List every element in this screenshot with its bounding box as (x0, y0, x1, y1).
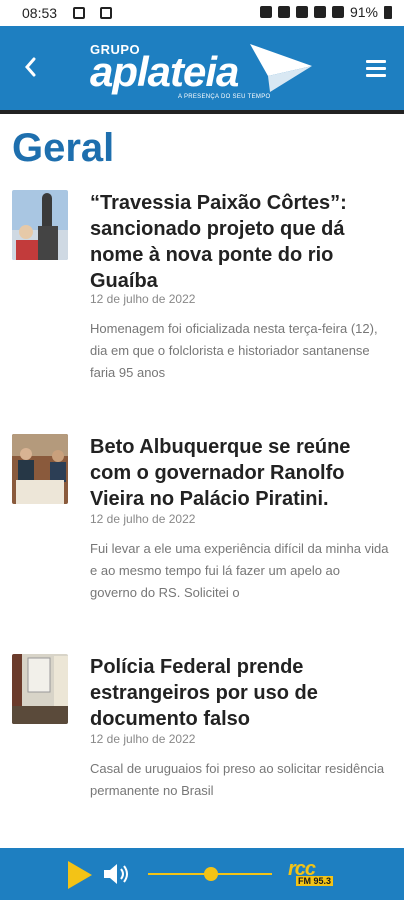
app-notification-icon (100, 7, 112, 19)
article-date: 12 de julho de 2022 (90, 292, 196, 306)
hamburger-icon (366, 60, 386, 63)
chevron-left-icon (25, 57, 36, 77)
speaker-icon (104, 864, 128, 884)
menu-button[interactable] (366, 60, 386, 77)
status-bar: 08:53 91% (0, 0, 404, 26)
signal-icon (331, 6, 344, 18)
article-summary: Fui levar a ele uma experiência difícil … (90, 541, 389, 600)
logo-tagline: A PRESENÇA DO SEU TEMPO (178, 94, 271, 100)
volume-button[interactable] (102, 862, 130, 891)
battery-icon (384, 5, 392, 19)
battery-percent: 91% (349, 4, 378, 20)
status-time: 08:53 (22, 5, 58, 21)
article-item[interactable]: “Travessia Paixão Côrtes”: sancionado pr… (12, 190, 392, 390)
article-title[interactable]: Beto Albuquerque se reúne com o governad… (90, 434, 390, 512)
radio-player: rcc FM 95.3 (0, 848, 404, 900)
lock-icon (259, 6, 272, 18)
mute-icon (295, 6, 308, 18)
gallery-notification-icon (73, 7, 85, 19)
paper-plane-icon (250, 44, 312, 92)
article-title[interactable]: Polícia Federal prende estrangeiros por … (90, 654, 390, 732)
article-item[interactable]: Beto Albuquerque se reúne com o governad… (12, 434, 392, 614)
article-summary: Homenagem foi oficializada nesta terça-f… (90, 321, 378, 380)
wifi-icon (313, 6, 326, 18)
status-icons: 91% (259, 4, 392, 20)
page-title: Geral (12, 126, 115, 170)
station-logo: rcc FM 95.3 (288, 858, 336, 890)
station-frequency: FM 95.3 (296, 876, 334, 886)
article-date: 12 de julho de 2022 (90, 512, 196, 526)
play-icon[interactable] (68, 861, 92, 889)
logo-name: aplateia (90, 48, 239, 95)
article-thumbnail[interactable] (12, 190, 68, 260)
logo[interactable]: GRUPO aplateia A PRESENÇA DO SEU TEMPO (88, 38, 318, 100)
app-header: GRUPO aplateia A PRESENÇA DO SEU TEMPO (0, 26, 404, 114)
article-thumbnail[interactable] (12, 654, 68, 724)
volume-slider-handle[interactable] (204, 867, 218, 881)
header-divider (0, 110, 404, 114)
article-title[interactable]: “Travessia Paixão Côrtes”: sancionado pr… (90, 190, 390, 294)
article-item[interactable]: Polícia Federal prende estrangeiros por … (12, 654, 392, 814)
alarm-icon (277, 6, 290, 18)
article-thumbnail[interactable] (12, 434, 68, 504)
article-summary: Casal de uruguaios foi preso ao solicita… (90, 761, 385, 798)
article-date: 12 de julho de 2022 (90, 732, 196, 746)
back-button[interactable] (18, 52, 44, 82)
